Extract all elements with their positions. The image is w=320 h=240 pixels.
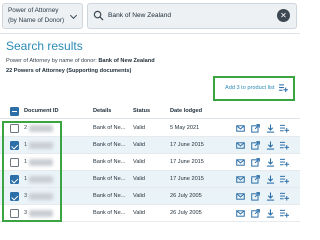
- details-cell: Bank of Ne...: [93, 176, 126, 182]
- download-icon[interactable]: [266, 124, 275, 133]
- external-link-icon[interactable]: [251, 141, 260, 150]
- summary-donor-name: Bank of New Zealand: [98, 58, 155, 64]
- add-to-list-icon[interactable]: [280, 175, 289, 184]
- details-cell: Bank of Ne...: [93, 210, 126, 216]
- envelope-icon[interactable]: [236, 124, 245, 133]
- results-count: 22 Powers of Attorney (Supporting docume…: [6, 68, 132, 74]
- column-header-status: Status: [133, 108, 151, 114]
- add-to-list-icon[interactable]: [280, 158, 289, 167]
- external-link-icon[interactable]: [251, 124, 260, 133]
- date-cell: 17 June 2015: [170, 176, 204, 182]
- download-icon[interactable]: [266, 141, 275, 150]
- column-header-details: Details: [93, 108, 112, 114]
- add-to-list-icon[interactable]: [279, 84, 288, 92]
- search-icon: [93, 10, 104, 21]
- clear-search-button[interactable]: ✕: [277, 9, 290, 22]
- add-to-list-icon[interactable]: [280, 124, 289, 133]
- add-to-list-icon[interactable]: [280, 209, 289, 218]
- highlight-frame-checkboxes: [2, 121, 62, 222]
- add-to-product-list-link[interactable]: Add 3 to product list: [225, 85, 274, 91]
- details-cell: Bank of Ne...: [93, 125, 126, 131]
- status-cell: Valid: [133, 125, 146, 131]
- details-cell: Bank of Ne...: [93, 142, 126, 148]
- chevron-down-icon: [69, 11, 78, 20]
- date-cell: 5 May 2021: [170, 125, 200, 131]
- search-input[interactable]: Bank of New Zealand ✕: [87, 3, 297, 29]
- date-cell: 17 June 2015: [170, 159, 204, 165]
- add-to-list-icon[interactable]: [280, 192, 289, 201]
- page-title: Search results: [6, 39, 83, 53]
- column-header-date-lodged: Date lodged: [170, 108, 203, 114]
- date-cell: 17 June 2015: [170, 142, 204, 148]
- envelope-icon[interactable]: [236, 175, 245, 184]
- search-type-value: Power of Attorney (by Name of Donor): [8, 7, 65, 24]
- external-link-icon[interactable]: [251, 175, 260, 184]
- search-summary: Power of Attorney by name of donor: Bank…: [6, 58, 155, 64]
- search-query: Bank of New Zealand: [108, 12, 172, 19]
- status-cell: Valid: [133, 193, 146, 199]
- download-icon[interactable]: [266, 158, 275, 167]
- summary-prefix: Power of Attorney by name of donor:: [6, 58, 97, 64]
- details-cell: Bank of Ne...: [93, 193, 126, 199]
- envelope-icon[interactable]: [236, 192, 245, 201]
- envelope-icon[interactable]: [236, 209, 245, 218]
- download-icon[interactable]: [266, 192, 275, 201]
- envelope-icon[interactable]: [236, 141, 245, 150]
- column-header-document-id[interactable]: Document ID: [24, 108, 59, 114]
- status-cell: Valid: [133, 142, 146, 148]
- select-all-checkbox[interactable]: [10, 107, 19, 116]
- add-to-list-icon[interactable]: [280, 141, 289, 150]
- date-cell: 26 July 2005: [170, 193, 202, 199]
- date-cell: 26 July 2005: [170, 210, 202, 216]
- search-bar: Power of Attorney (by Name of Donor) Ban…: [0, 0, 300, 34]
- details-cell: Bank of Ne...: [93, 159, 126, 165]
- status-cell: Valid: [133, 159, 146, 165]
- status-cell: Valid: [133, 210, 146, 216]
- search-type-select[interactable]: Power of Attorney (by Name of Donor): [2, 3, 83, 29]
- status-cell: Valid: [133, 176, 146, 182]
- table-header: Document ID Details Status Date lodged: [0, 104, 300, 119]
- external-link-icon[interactable]: [251, 209, 260, 218]
- external-link-icon[interactable]: [251, 192, 260, 201]
- external-link-icon[interactable]: [251, 158, 260, 167]
- download-icon[interactable]: [266, 175, 275, 184]
- download-icon[interactable]: [266, 209, 275, 218]
- envelope-icon[interactable]: [236, 158, 245, 167]
